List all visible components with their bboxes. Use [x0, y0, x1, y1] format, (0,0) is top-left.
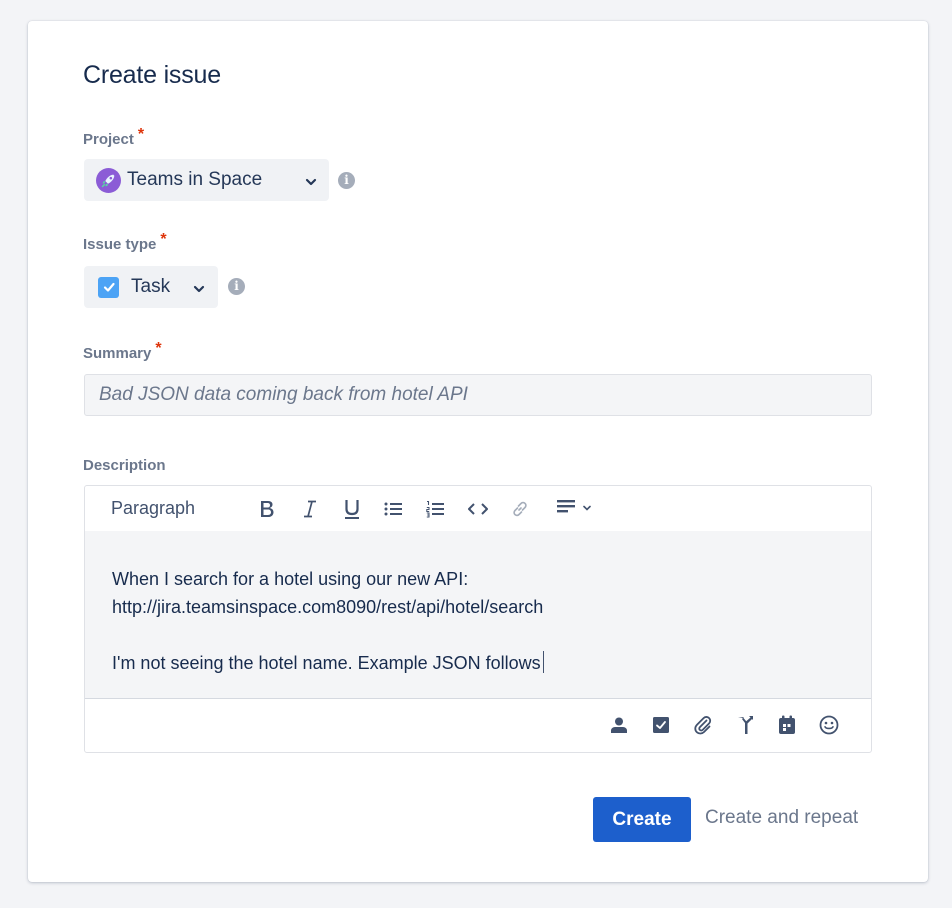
- project-label-text: Project: [83, 131, 134, 148]
- summary-input[interactable]: Bad JSON data coming back from hotel API: [84, 374, 872, 416]
- editor-toolbar: Paragraph: [85, 486, 871, 531]
- create-and-repeat-button[interactable]: Create and repeat: [705, 807, 858, 829]
- attachment-icon[interactable]: [693, 715, 713, 735]
- description-editor: Paragraph When I search for a hotel usin…: [84, 485, 872, 753]
- issue-type-info-icon[interactable]: i: [228, 278, 245, 295]
- create-issue-dialog: Create issue Project * Teams in Space i I…: [28, 21, 928, 882]
- required-asterisk: *: [137, 126, 145, 143]
- chevron-down-icon: [582, 500, 592, 518]
- numbered-list-icon[interactable]: [423, 486, 447, 531]
- description-line-last: I'm not seeing the hotel name. Example J…: [112, 649, 844, 677]
- summary-label-text: Summary: [83, 345, 152, 362]
- project-select[interactable]: Teams in Space: [84, 159, 329, 201]
- emoji-icon[interactable]: [819, 715, 839, 735]
- action-item-icon[interactable]: [651, 715, 671, 735]
- project-value: Teams in Space: [127, 169, 263, 190]
- underline-icon[interactable]: [340, 486, 364, 531]
- align-icon: [556, 498, 576, 519]
- date-icon[interactable]: [777, 715, 797, 735]
- description-line: When I search for a hotel using our new …: [112, 569, 469, 589]
- text-align-dropdown[interactable]: [551, 486, 597, 531]
- paragraph-style-dropdown[interactable]: Paragraph: [111, 486, 195, 531]
- issue-type-value: Task: [131, 276, 171, 297]
- required-asterisk: *: [155, 340, 162, 357]
- project-info-icon[interactable]: i: [338, 172, 355, 189]
- description-line-text: I'm not seeing the hotel name. Example J…: [112, 653, 541, 673]
- text-caret: [542, 651, 544, 673]
- issue-type-label-text: Issue type: [83, 236, 157, 253]
- dialog-title: Create issue: [83, 61, 221, 89]
- bold-icon[interactable]: [255, 486, 279, 531]
- code-icon[interactable]: [466, 486, 490, 531]
- description-label: Description: [83, 457, 166, 474]
- task-checkbox-icon: [98, 276, 119, 298]
- summary-label: Summary *: [83, 340, 162, 363]
- chevron-down-icon: [304, 173, 318, 187]
- issue-type-select[interactable]: Task: [84, 266, 218, 308]
- italic-icon[interactable]: [298, 486, 322, 531]
- description-line: http://jira.teamsinspace.com8090/rest/ap…: [112, 597, 544, 617]
- rocket-avatar-icon: [96, 167, 121, 193]
- decision-icon[interactable]: [735, 715, 755, 735]
- chevron-down-icon: [192, 280, 206, 294]
- required-asterisk: *: [160, 231, 167, 248]
- mention-icon[interactable]: [609, 715, 629, 735]
- editor-footer-toolbar: [85, 699, 871, 752]
- description-textarea[interactable]: When I search for a hotel using our new …: [85, 531, 871, 699]
- create-button[interactable]: Create: [593, 797, 691, 842]
- issue-type-label: Issue type *: [83, 231, 167, 254]
- project-label: Project *: [83, 126, 144, 149]
- description-line: [112, 621, 844, 649]
- link-icon[interactable]: [508, 486, 532, 531]
- bullet-list-icon[interactable]: [381, 486, 405, 531]
